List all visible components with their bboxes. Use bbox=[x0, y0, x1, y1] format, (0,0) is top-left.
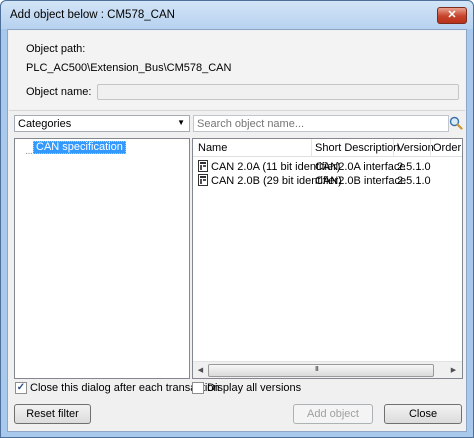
column-separator[interactable] bbox=[311, 139, 312, 157]
grip-icon: III bbox=[315, 366, 319, 373]
close-window-button[interactable]: ✕ bbox=[437, 7, 467, 24]
device-icon bbox=[198, 174, 208, 186]
title-bar[interactable]: Add object below : CM578_CAN ✕ bbox=[1, 1, 473, 29]
column-separator[interactable] bbox=[393, 139, 394, 157]
chevron-down-icon: ▼ bbox=[177, 118, 185, 127]
list-item[interactable]: CAN 2.0A (11 bit identifier) CAN2.0A int… bbox=[193, 160, 462, 174]
close-after-transaction-checkbox[interactable]: ✓ bbox=[15, 382, 27, 394]
object-path-label: Object path: bbox=[26, 43, 86, 55]
column-header-short-description[interactable]: Short Description bbox=[315, 142, 399, 154]
display-all-versions-checkbox[interactable] bbox=[192, 382, 204, 394]
object-name-field[interactable] bbox=[97, 84, 459, 100]
object-description-cell: CAN2.0B interface bbox=[315, 175, 407, 187]
column-header-name[interactable]: Name bbox=[198, 142, 227, 154]
scroll-right-icon[interactable]: ▶ bbox=[447, 364, 460, 377]
window-title: Add object below : CM578_CAN bbox=[10, 9, 175, 21]
reset-filter-button[interactable]: Reset filter bbox=[14, 404, 91, 424]
object-version-cell: 2.5.1.0 bbox=[397, 175, 431, 187]
checkmark-icon: ✓ bbox=[16, 382, 26, 393]
list-item[interactable]: CAN 2.0B (29 bit identifier) CAN2.0B int… bbox=[193, 174, 462, 188]
scroll-left-icon[interactable]: ◀ bbox=[194, 364, 207, 377]
column-separator[interactable] bbox=[430, 139, 431, 157]
scrollbar-thumb[interactable]: III bbox=[208, 364, 434, 377]
object-info-panel: Object path: PLC_AC500\Extension_Bus\CM5… bbox=[9, 31, 465, 109]
object-list: Name Short Description Version Order N C… bbox=[192, 138, 463, 379]
dialog-client: Object path: PLC_AC500\Extension_Bus\CM5… bbox=[7, 29, 467, 432]
category-tree: ····· CAN specification bbox=[14, 138, 190, 379]
tree-item-can-specification[interactable]: CAN specification bbox=[33, 141, 126, 154]
close-icon: ✕ bbox=[447, 9, 457, 21]
close-button[interactable]: Close bbox=[384, 404, 462, 424]
object-version-cell: 2.5.1.0 bbox=[397, 161, 431, 173]
search-input[interactable] bbox=[193, 115, 449, 132]
list-header: Name Short Description Version Order N bbox=[193, 139, 462, 157]
header-divider bbox=[9, 110, 465, 111]
add-object-button[interactable]: Add object bbox=[293, 404, 373, 424]
search-icon[interactable] bbox=[449, 116, 463, 130]
horizontal-scrollbar[interactable]: ◀ III ▶ bbox=[193, 361, 462, 378]
object-description-cell: CAN2.0A interface bbox=[315, 161, 406, 173]
categories-dropdown[interactable]: Categories ▼ bbox=[14, 115, 190, 132]
add-object-dialog: Add object below : CM578_CAN ✕ Object pa… bbox=[0, 0, 474, 438]
column-header-order-number[interactable]: Order N bbox=[433, 142, 462, 154]
display-all-versions-label[interactable]: Display all versions bbox=[207, 382, 301, 394]
categories-selected-value: Categories bbox=[18, 118, 72, 130]
object-name-label: Object name: bbox=[26, 86, 92, 98]
object-path-value: PLC_AC500\Extension_Bus\CM578_CAN bbox=[26, 62, 232, 74]
device-icon bbox=[198, 160, 208, 172]
column-header-version[interactable]: Version bbox=[397, 142, 434, 154]
